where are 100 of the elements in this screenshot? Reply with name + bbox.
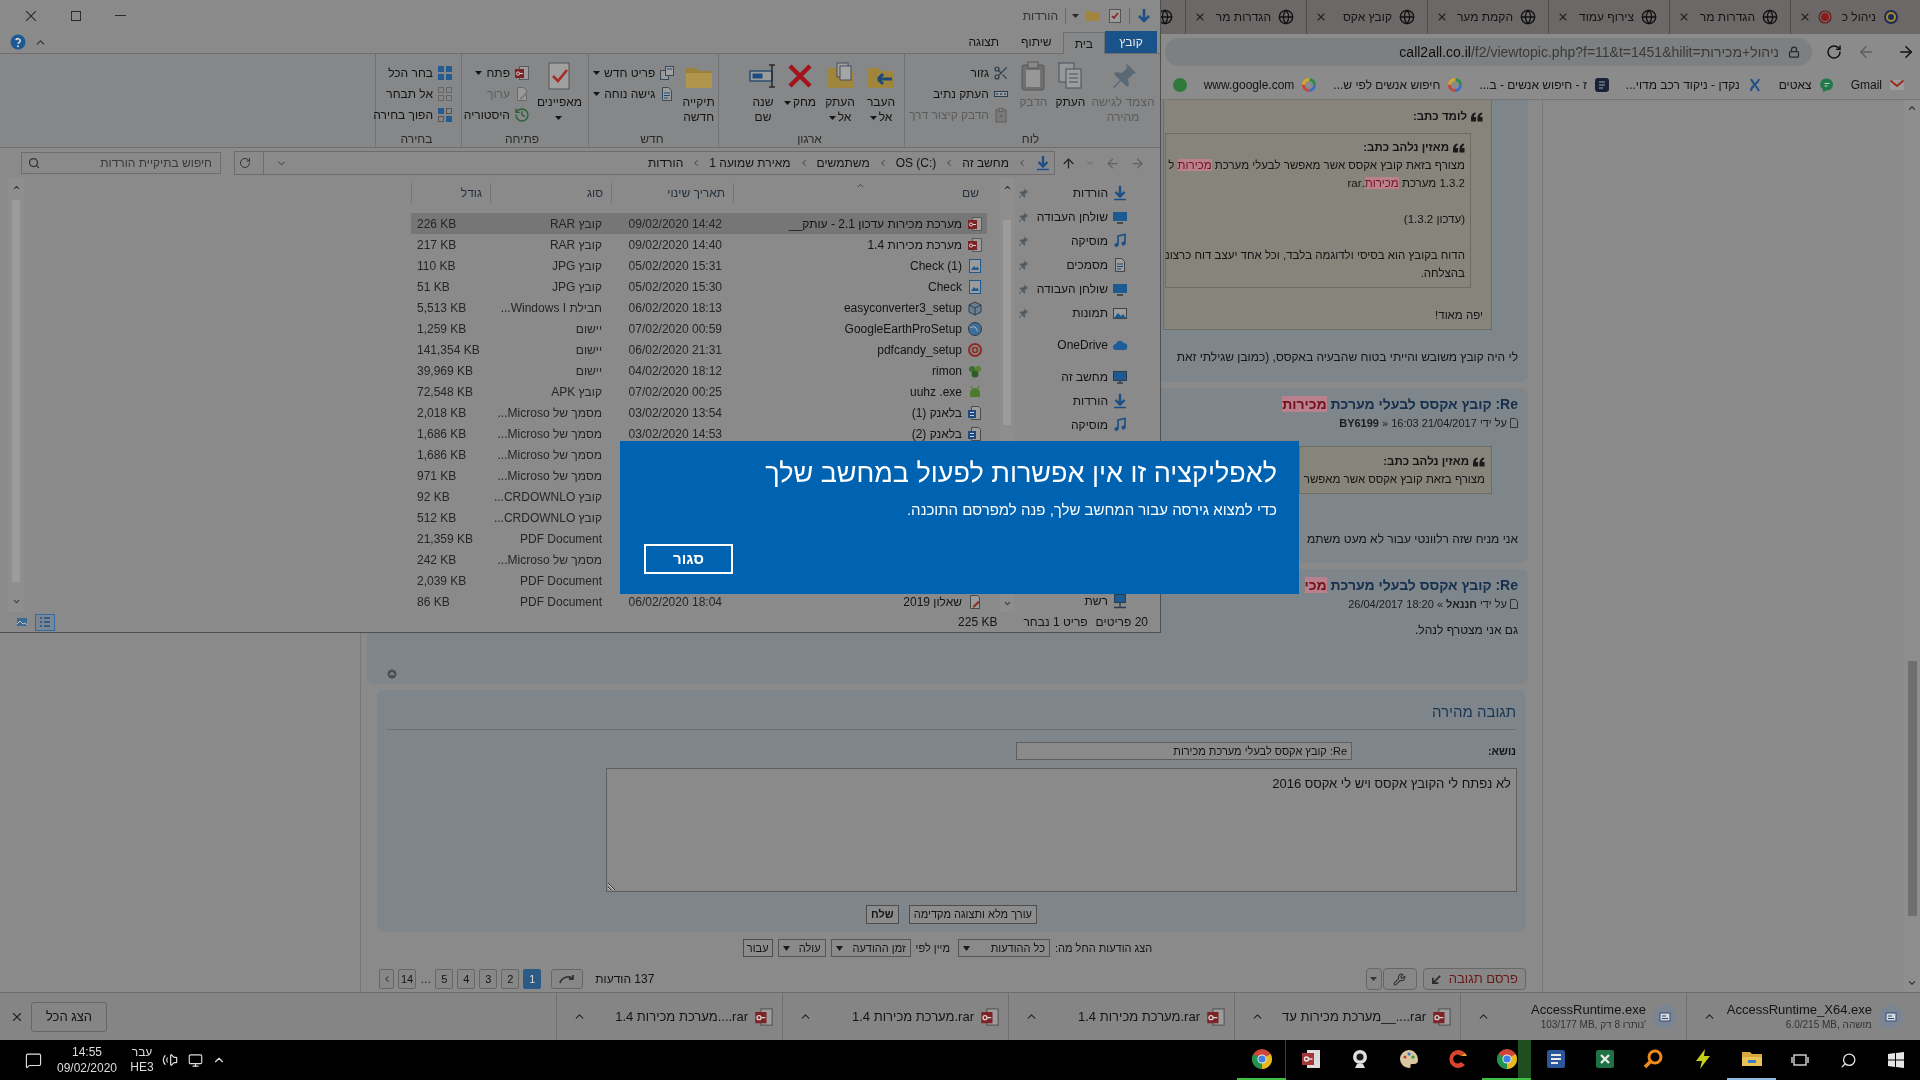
quote-author: מאזין נלהב כתב:: [1363, 140, 1449, 156]
checklist-icon[interactable]: [1107, 7, 1123, 24]
page-button[interactable]: 5: [435, 969, 454, 989]
taskbar-app[interactable]: [1482, 1040, 1531, 1080]
nav-item[interactable]: מוסיקה: [1014, 413, 1160, 437]
ribbon-button[interactable]: בחר הכל: [386, 62, 455, 83]
network-icon: [1112, 593, 1128, 609]
download-item[interactable]: מערכת מכירות 1.4.rar: [1039, 993, 1234, 1040]
scrollbar[interactable]: [1904, 100, 1920, 992]
download-item[interactable]: מערכת מכירות עד__....rar: [1265, 993, 1460, 1040]
tools-button[interactable]: [1382, 968, 1417, 990]
ribbon-button[interactable]: אל תבחר: [384, 83, 455, 104]
nav-item[interactable]: OneDrive: [1014, 333, 1160, 357]
ribbon-button[interactable]: פתח: [473, 62, 532, 83]
page-button[interactable]: 3: [479, 969, 498, 989]
download-item[interactable]: מערכת מכירות 1.4.rar: [813, 993, 1008, 1040]
breadcrumb[interactable]: הורדות: [648, 154, 684, 172]
page-button[interactable]: 4: [457, 969, 476, 989]
column-header[interactable]: שם: [733, 183, 987, 203]
ribbon-button[interactable]: העתק: [1053, 54, 1087, 110]
scrollbar[interactable]: [8, 178, 24, 612]
file-type: מסמך של Microso...: [497, 552, 602, 567]
message-field[interactable]: לא נפתח לי הקובץ אקסס ויש לי אקסס 2016: [606, 768, 1517, 892]
ribbon-tab[interactable]: שיתוף: [1010, 31, 1063, 53]
close-tab-icon[interactable]: [1799, 11, 1811, 23]
post-reply-button[interactable]: פרסם תגובה: [1422, 968, 1526, 990]
close-tab-icon[interactable]: [1436, 11, 1448, 23]
post-title[interactable]: Re: קובץ אקסס לבעלי מערכת מכי: [1304, 575, 1518, 595]
full-editor-button[interactable]: עורך מלא ותצוגה מקדימה: [908, 905, 1037, 924]
go-button[interactable]: עבור: [742, 939, 773, 957]
ribbon-tab[interactable]: תצוגה: [957, 31, 1011, 53]
select-field[interactable]: זמן ההודעה: [830, 939, 911, 957]
ribbon-button[interactable]: גזור: [968, 62, 1011, 83]
nav-item[interactable]: מסמכים: [1014, 253, 1160, 277]
scroll-up-icon[interactable]: [1907, 103, 1917, 113]
bookmark[interactable]: www.google.com: [1203, 75, 1318, 94]
taskbar-app[interactable]: [1237, 1040, 1286, 1080]
ribbon-button[interactable]: מחק: [782, 54, 818, 110]
down-arrow-icon[interactable]: [1136, 7, 1152, 24]
close-tab-icon[interactable]: [1194, 11, 1206, 23]
subject-field[interactable]: Re: קובץ אקסס לבעלי מערכת מכירות: [1016, 742, 1352, 760]
file-tab[interactable]: קובץ: [1105, 31, 1157, 53]
clock-button[interactable]: 14:55 09/02/2020: [55, 1040, 119, 1080]
file-date: 05/02/2020 15:30: [628, 279, 722, 294]
select-field[interactable]: עולה: [777, 939, 826, 957]
column-header[interactable]: גודל: [411, 183, 490, 203]
tools-dropdown[interactable]: [1365, 968, 1382, 990]
close-dialog-button[interactable]: סגור: [644, 544, 733, 574]
column-header[interactable]: סוג: [490, 183, 611, 203]
ribbon-button[interactable]: שנה שם: [747, 54, 779, 125]
nav-item[interactable]: הורדות: [1014, 389, 1160, 413]
scroll-up-icon[interactable]: [1002, 183, 1012, 192]
page-button[interactable]: 1: [523, 969, 542, 989]
page-button[interactable]: 14: [398, 969, 417, 989]
nav-item[interactable]: מוסיקה: [1014, 229, 1160, 253]
document-icon: [967, 404, 983, 421]
scroll-down-icon[interactable]: [1002, 599, 1012, 608]
ribbon-button[interactable]: העבר אל: [862, 54, 900, 125]
scroll-up-icon[interactable]: [11, 183, 21, 192]
bookmark[interactable]: חיפוש אנשים לפי ש...: [1333, 75, 1464, 94]
close-tab-icon[interactable]: [1557, 11, 1569, 23]
show-all-button[interactable]: הצג הכל: [31, 1001, 107, 1032]
ribbon-button[interactable]: פריט חדש: [591, 62, 678, 83]
close-tab-icon[interactable]: [1315, 11, 1327, 23]
submit-button[interactable]: שלח: [866, 905, 899, 924]
nav-item[interactable]: שולחן העבודה: [1014, 277, 1160, 301]
nav-item[interactable]: שולחן העבודה: [1014, 205, 1160, 229]
select-field[interactable]: כל ההודעות: [957, 939, 1050, 957]
search-field[interactable]: חיפוש בתיקיית הורדות: [21, 152, 221, 174]
bookmark[interactable]: נקדן - ניקוד רכב מדוי...: [1625, 75, 1763, 94]
page-icon: [1510, 599, 1518, 609]
ribbon-button[interactable]: מאפיינים: [536, 54, 582, 125]
nav-item[interactable]: הורדות: [1014, 181, 1160, 205]
ribbon-button[interactable]: תיקייה חדשה: [682, 54, 715, 125]
breadcrumb[interactable]: משתמשים: [816, 154, 870, 172]
bookmark[interactable]: ז - חיפוש אנשים - ב...: [1479, 75, 1610, 94]
help-icon[interactable]: [10, 34, 26, 50]
ribbon-button[interactable]: העתק אל: [821, 54, 859, 125]
ribbon-button[interactable]: היסטוריה: [461, 104, 532, 125]
page-button[interactable]: 2: [501, 969, 520, 989]
ribbon-button[interactable]: העתק נתיב: [930, 83, 1011, 104]
view-button[interactable]: [35, 613, 55, 631]
jump-button[interactable]: [551, 969, 584, 989]
caret-icon[interactable]: [1072, 13, 1079, 18]
ribbon-button[interactable]: הפוך בחירה: [371, 104, 455, 125]
bookmark[interactable]: Gmail: [1850, 75, 1905, 94]
ribbon-tab[interactable]: בית: [1062, 32, 1105, 54]
column-header[interactable]: תאריך שינוי: [611, 183, 733, 203]
breadcrumb[interactable]: OS (C:): [895, 154, 937, 172]
nav-item[interactable]: מחשב זה: [1014, 365, 1160, 389]
ribbon-button[interactable]: גישה נוחה: [591, 83, 678, 104]
breadcrumb[interactable]: מחשב זה: [962, 154, 1009, 172]
bookmark[interactable]: צאטים: [1778, 75, 1835, 94]
scroll-down-icon[interactable]: [1907, 978, 1917, 988]
scroll-down-icon[interactable]: [11, 597, 21, 606]
close-tab-icon[interactable]: [1678, 11, 1690, 23]
download-item[interactable]: מערכת מכירות 1.4....rar: [587, 993, 782, 1040]
breadcrumb[interactable]: מאירת שמועה 1: [709, 154, 791, 172]
post-title[interactable]: Re: קובץ אקסס לבעלי מערכת מכירות: [1282, 394, 1518, 414]
scrollbar-thumb[interactable]: [1907, 661, 1917, 916]
